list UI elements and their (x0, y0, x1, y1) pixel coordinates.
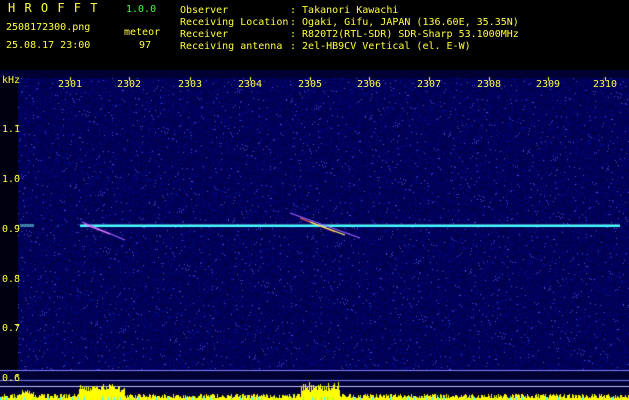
observer-label: Observer (180, 5, 229, 16)
location-value: : Ogaki, Gifu, JAPAN (136.60E, 35.35N) (290, 17, 519, 28)
hrofft-window: H R O F F T 1.0.0 2508172300.png 25.08.1… (0, 0, 629, 400)
event-label: meteor (124, 27, 161, 38)
event-count: 97 (139, 40, 152, 51)
observer-value: : Takanori Kawachi (290, 5, 399, 16)
app-title: H R O F F T (8, 1, 99, 15)
y-tick-label: 0.8 (2, 274, 21, 285)
capture-datetime: 25.08.17 23:00 (6, 40, 91, 51)
x-tick-label: 2305 (297, 79, 323, 90)
x-tick-label: 2302 (116, 79, 142, 90)
x-tick-label: 2309 (535, 79, 561, 90)
antenna-value: : 2el-HB9CV Vertical (el. E-W) (290, 41, 471, 52)
file-name: 2508172300.png (6, 22, 91, 33)
x-tick-label: 2310 (592, 79, 618, 90)
antenna-label: Receiving antenna (180, 41, 283, 52)
x-tick-label: 2308 (476, 79, 502, 90)
y-tick-label: 0.6 (2, 373, 21, 384)
app-version: 1.0.0 (126, 4, 157, 15)
x-tick-label: 2301 (57, 79, 83, 90)
x-tick-label: 2307 (416, 79, 442, 90)
x-tick-label: 2304 (237, 79, 263, 90)
x-tick-label: 2306 (356, 79, 382, 90)
receiver-label: Receiver (180, 29, 229, 40)
y-tick-label: 0.7 (2, 323, 21, 334)
x-tick-label: 2303 (177, 79, 203, 90)
y-tick-label: 1.0 (2, 174, 21, 185)
y-tick-label: 0.9 (2, 224, 21, 235)
receiver-value: : R820T2(RTL-SDR) SDR-Sharp 53.1000MHz (290, 29, 519, 40)
spectrogram (0, 70, 629, 400)
y-tick-label: 1.1 (2, 124, 21, 135)
y-axis-unit: kHz (2, 75, 21, 86)
location-label: Receiving Location (180, 17, 289, 28)
